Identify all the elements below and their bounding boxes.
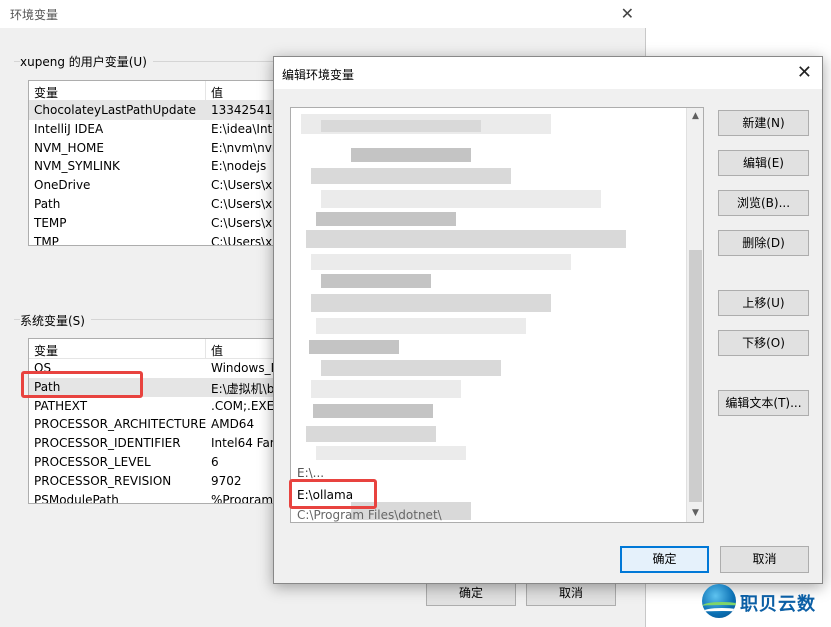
var-value: 9702: [211, 473, 242, 488]
var-name: ChocolateyLastPathUpdate: [34, 103, 196, 117]
var-value: Intel64 Fam: [211, 436, 278, 451]
table-row[interactable]: ChocolateyLastPathUpdate 133425417: [29, 101, 277, 120]
list-header: 变量 值: [29, 339, 277, 359]
table-row[interactable]: Path C:\Users\xu: [29, 195, 277, 214]
table-row[interactable]: PATHEXT .COM;.EXE;: [29, 397, 277, 416]
var-value: E:\idea\Inte: [211, 121, 278, 136]
edit-text-button[interactable]: 编辑文本(T)...: [718, 390, 809, 416]
scroll-up-icon[interactable]: ▲: [687, 108, 703, 125]
path-entry[interactable]: C:\Program Files\dotnet\: [297, 508, 442, 522]
var-value: Windows_N: [211, 361, 278, 375]
table-row[interactable]: PSModulePath %Program: [29, 491, 277, 504]
table-row[interactable]: NVM_SYMLINK E:\nodejs: [29, 157, 277, 176]
ollama-highlight-box: [289, 479, 377, 509]
obscured-entry: [311, 380, 461, 398]
var-name: Path: [34, 196, 61, 211]
obscured-entry: [313, 404, 433, 418]
obscured-entry: [316, 446, 466, 460]
var-value: %Program: [211, 492, 274, 504]
edit-titlebar: 编辑环境变量 ✕: [274, 57, 822, 89]
env-dialog-title: 环境变量: [10, 8, 59, 22]
table-row[interactable]: PROCESSOR_IDENTIFIER Intel64 Fam: [29, 434, 277, 453]
cancel-button[interactable]: 取消: [720, 546, 809, 573]
new-button[interactable]: 新建(N): [718, 110, 809, 136]
obscured-entry: [311, 168, 511, 184]
var-name: PROCESSOR_LEVEL: [34, 454, 151, 469]
system-vars-group-label: 系统变量(S): [20, 312, 91, 329]
ok-button[interactable]: 确定: [620, 546, 709, 573]
scrollbar-thumb[interactable]: [689, 250, 702, 502]
header-value: 值: [211, 344, 224, 358]
table-row[interactable]: TMP C:\Users\xu: [29, 233, 278, 246]
obscured-entry: [309, 340, 399, 354]
edit-env-variable-dialog: 编辑环境变量 ✕ E:\... E:\ollama C:\Program Fil…: [273, 56, 823, 584]
table-row[interactable]: IntelliJ IDEA E:\idea\Inte: [29, 120, 277, 139]
delete-button[interactable]: 删除(D): [718, 230, 809, 256]
var-value: 6: [211, 454, 219, 469]
var-name: IntelliJ IDEA: [34, 121, 104, 136]
browse-button[interactable]: 浏览(B)...: [718, 190, 809, 216]
path-entries-list[interactable]: E:\... E:\ollama C:\Program Files\dotnet…: [290, 107, 704, 523]
brand-name: 职贝云数: [740, 594, 816, 615]
obscured-entry: [321, 360, 501, 376]
var-value: E:\nodejs: [211, 159, 267, 174]
edit-dialog-title: 编辑环境变量: [282, 68, 355, 82]
var-name: PROCESSOR_ARCHITECTURE: [34, 417, 207, 432]
table-row[interactable]: PROCESSOR_ARCHITECTURE AMD64: [29, 415, 277, 434]
table-row[interactable]: NVM_HOME E:\nvm\nvm: [29, 139, 277, 158]
brand-logo: 职贝云数: [700, 582, 831, 622]
var-name: PROCESSOR_IDENTIFIER: [34, 436, 181, 451]
path-highlight-box: [21, 371, 143, 398]
obscured-entry: [321, 274, 431, 288]
var-name: PSModulePath: [34, 492, 119, 504]
obscured-entry: [306, 230, 626, 248]
var-value: C:\Users\xu: [211, 196, 278, 211]
obscured-entry: [311, 254, 571, 270]
scroll-down-icon[interactable]: ▼: [687, 505, 703, 522]
obscured-entry: [306, 426, 436, 442]
obscured-entry: [351, 148, 471, 162]
list-header: 变量 值: [29, 81, 277, 101]
system-vars-list[interactable]: 变量 值 OS Windows_N Path E:\虚拟机\b PATHEXT .CO…: [28, 338, 278, 504]
close-icon[interactable]: ✕: [621, 4, 634, 23]
var-value: E:\nvm\nvm: [211, 140, 278, 155]
user-vars-group-label: xupeng 的用户变量(U): [20, 53, 153, 70]
table-row[interactable]: PROCESSOR_REVISION 9702: [29, 472, 277, 491]
var-value: .COM;.EXE;: [211, 398, 278, 413]
header-name: 变量: [34, 344, 59, 358]
var-name: NVM_HOME: [34, 140, 104, 155]
globe-icon: [702, 584, 736, 618]
var-name: PROCESSOR_REVISION: [34, 473, 172, 488]
var-name: TEMP: [34, 215, 67, 230]
obscured-entry: [321, 120, 481, 132]
header-value: 值: [211, 86, 224, 100]
var-value: AMD64: [211, 417, 255, 432]
obscured-entry: [316, 318, 526, 334]
obscured-entry: [311, 294, 551, 312]
move-up-button[interactable]: 上移(U): [718, 290, 809, 316]
var-name: NVM_SYMLINK: [34, 159, 120, 174]
var-name: TMP: [34, 234, 59, 246]
var-value: E:\虚拟机\b: [211, 381, 275, 396]
table-row[interactable]: PROCESSOR_LEVEL 6: [29, 453, 277, 472]
var-value: 133425417: [211, 103, 278, 117]
move-down-button[interactable]: 下移(O): [718, 330, 809, 356]
var-name: PATHEXT: [34, 398, 88, 413]
edit-button[interactable]: 编辑(E): [718, 150, 809, 176]
var-value: C:\Users\xu: [211, 234, 278, 246]
var-value: C:\Users\xu: [211, 178, 278, 193]
table-row[interactable]: OneDrive C:\Users\xu: [29, 176, 277, 195]
user-vars-list[interactable]: 变量 值 ChocolateyLastPathUpdate 133425417 I…: [28, 80, 278, 246]
close-icon[interactable]: ✕: [797, 62, 812, 83]
table-row[interactable]: TEMP C:\Users\xu: [29, 214, 277, 233]
header-name: 变量: [34, 86, 59, 100]
obscured-entry: [321, 190, 601, 208]
var-name: OneDrive: [34, 178, 91, 193]
obscured-entry: [316, 212, 456, 226]
var-value: C:\Users\xu: [211, 215, 278, 230]
env-titlebar: 环境变量 ✕: [0, 0, 646, 28]
vertical-scrollbar[interactable]: ▲ ▼: [686, 108, 703, 522]
